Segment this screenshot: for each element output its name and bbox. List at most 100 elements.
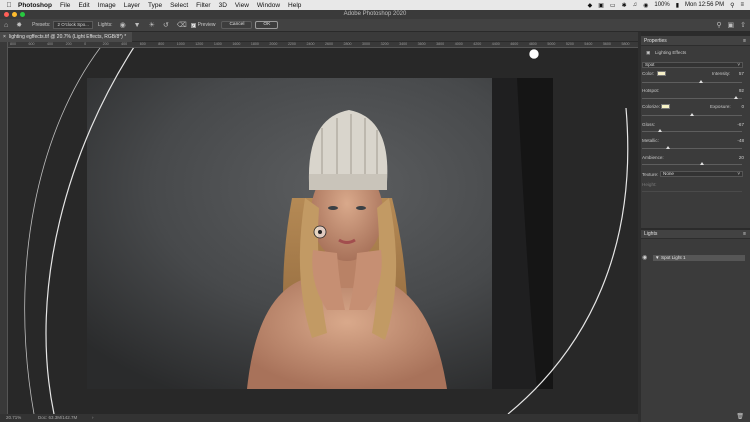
clock[interactable]: Mon 12:56 PM — [685, 2, 724, 8]
ok-button[interactable]: OK — [255, 21, 279, 29]
hotspot-value[interactable]: 92 — [739, 88, 744, 93]
home-icon[interactable]: ⌂ — [4, 22, 8, 29]
light-row[interactable]: ◉ ▼ Spot Light 1 — [641, 254, 750, 262]
search-icon[interactable]: ⚲ — [730, 2, 734, 9]
texture-label: Texture: — [642, 172, 659, 177]
add-infinite-light-icon[interactable]: ☀ — [149, 21, 155, 29]
ruler-tick-label: 2800 — [343, 42, 352, 46]
menu-select[interactable]: Select — [170, 2, 188, 9]
ruler-tick-label: 3400 — [399, 42, 408, 46]
apple-icon[interactable]:  — [0, 2, 18, 9]
lights-header: Lights ≡ — [641, 230, 750, 239]
menu-window[interactable]: Window — [257, 2, 280, 9]
presets-select[interactable]: 2 O'clock Spo... — [53, 21, 93, 29]
wifi-icon[interactable]: ◉ — [643, 2, 648, 9]
document-tab-title: lighting egffects.tif @ 20.7% (Light Eff… — [9, 34, 127, 40]
light-item[interactable]: ▼ Spot Light 1 — [653, 255, 745, 261]
delete-light-icon[interactable]: ⌫ — [177, 21, 187, 29]
workspace-icon[interactable]: ▣ — [728, 21, 735, 29]
ruler-tick-label: 5000 — [547, 42, 556, 46]
intensity-value[interactable]: 57 — [739, 71, 744, 76]
ruler-tick-label: 4400 — [491, 42, 500, 46]
ruler-tick-label: 3200 — [380, 42, 389, 46]
gloss-slider[interactable] — [642, 129, 742, 132]
ruler-tick-label: 600 — [28, 42, 35, 46]
menu-layer[interactable]: Layer — [124, 2, 140, 9]
menu-3d[interactable]: 3D — [219, 2, 227, 9]
intensity-slider[interactable] — [642, 80, 742, 83]
menu-help[interactable]: Help — [288, 2, 301, 9]
bluetooth-icon[interactable]: ✱ — [622, 2, 627, 9]
menu-image[interactable]: Image — [98, 2, 116, 9]
light-type-select[interactable]: Spot ˅ — [642, 62, 743, 68]
menu-filter[interactable]: Filter — [196, 2, 210, 9]
volume-icon[interactable]: ♫ — [633, 2, 638, 8]
lights-label: Lights: — [97, 22, 113, 28]
light-color-swatch[interactable] — [657, 71, 666, 76]
ruler-tick-label: 1200 — [195, 42, 204, 46]
preview-checkbox[interactable]: ✓ — [190, 22, 196, 28]
menu-file[interactable]: File — [60, 2, 70, 9]
options-bar: ⌂ ✸ Presets: 2 O'clock Spo... Lights: ◉ … — [0, 19, 750, 32]
metallic-slider[interactable] — [642, 146, 742, 149]
hotspot-label: Hotspot: — [642, 88, 660, 93]
ambience-label: Ambience: — [642, 155, 664, 160]
metallic-value[interactable]: -48 — [737, 138, 744, 143]
close-tab-icon[interactable]: × — [3, 32, 6, 42]
airplay-icon[interactable]: ▭ — [610, 2, 616, 9]
ruler-tick-label: 4600 — [510, 42, 519, 46]
menu-type[interactable]: Type — [148, 2, 162, 9]
lighting-tool-icon[interactable]: ✸ — [16, 21, 22, 29]
properties-header: Properties ≡ — [641, 36, 750, 46]
lighting-effects-icon: ▣ — [646, 50, 651, 55]
dropbox-icon[interactable]: ◆ — [588, 2, 593, 9]
reset-light-icon[interactable]: ↺ — [163, 21, 169, 29]
document-tab-bar: × lighting egffects.tif @ 20.7% (Light E… — [0, 32, 638, 42]
spot-light-gizmo[interactable] — [8, 48, 638, 414]
search-icon[interactable]: ⚲ — [716, 21, 721, 29]
height-label: Height: — [642, 182, 657, 187]
colorize-color-swatch[interactable] — [661, 104, 670, 109]
exposure-value[interactable]: 0 — [741, 104, 744, 109]
ruler-tick-label: 400 — [121, 42, 128, 46]
ambience-slider[interactable] — [642, 162, 742, 165]
metallic-label: Metallic: — [642, 138, 659, 143]
cancel-button[interactable]: Cancel — [221, 21, 253, 29]
doc-size[interactable]: Doc: 63.3M/142.7M — [38, 414, 77, 422]
panel-menu-icon[interactable]: ≡ — [743, 36, 746, 46]
ruler-tick-label: 2600 — [325, 42, 333, 46]
eye-visibility-icon[interactable]: ◉ — [642, 254, 647, 261]
trash-icon[interactable]: 🗑 — [736, 413, 744, 420]
ruler-tick-label: 3800 — [436, 42, 445, 46]
wacom-icon[interactable]: ▣ — [598, 2, 604, 9]
menu-view[interactable]: View — [235, 2, 249, 9]
ruler-tick-label: 200 — [102, 42, 109, 46]
add-point-light-icon[interactable]: ◉ — [120, 21, 126, 29]
window-title: Adobe Photoshop 2020 — [343, 11, 407, 17]
ruler-tick-label: 1000 — [176, 42, 185, 46]
share-icon[interactable]: ⇧ — [740, 21, 746, 29]
ruler-tick-label: 1400 — [213, 42, 222, 46]
ruler-tick-label: 5600 — [602, 42, 611, 46]
zoom-level[interactable]: 20.71% — [6, 414, 21, 422]
ruler-tick-label: 0 — [84, 42, 87, 46]
document-tab[interactable]: × lighting egffects.tif @ 20.7% (Light E… — [0, 32, 132, 42]
gloss-value[interactable]: -67 — [737, 122, 744, 127]
vertical-ruler[interactable] — [0, 42, 8, 414]
panel-menu-icon[interactable]: ≡ — [743, 230, 746, 239]
light-direction-handle[interactable] — [528, 48, 540, 60]
status-menu-icon[interactable]: › — [92, 414, 94, 422]
ambience-value[interactable]: 20 — [739, 155, 744, 160]
ruler-tick-label: 200 — [65, 42, 72, 46]
battery-icon[interactable]: ▮ — [676, 2, 679, 9]
menu-edit[interactable]: Edit — [78, 2, 89, 9]
canvas-area[interactable] — [8, 48, 638, 414]
gloss-label: Gloss: — [642, 122, 656, 127]
exposure-slider[interactable] — [642, 113, 742, 116]
hotspot-slider[interactable] — [642, 96, 742, 99]
lights-title: Lights — [644, 231, 658, 237]
add-spot-light-icon[interactable]: ▼ — [134, 22, 141, 29]
texture-select[interactable]: None ˅ — [660, 171, 743, 177]
app-menu[interactable]: Photoshop — [18, 2, 52, 9]
menu-list-icon[interactable]: ≡ — [740, 2, 744, 8]
